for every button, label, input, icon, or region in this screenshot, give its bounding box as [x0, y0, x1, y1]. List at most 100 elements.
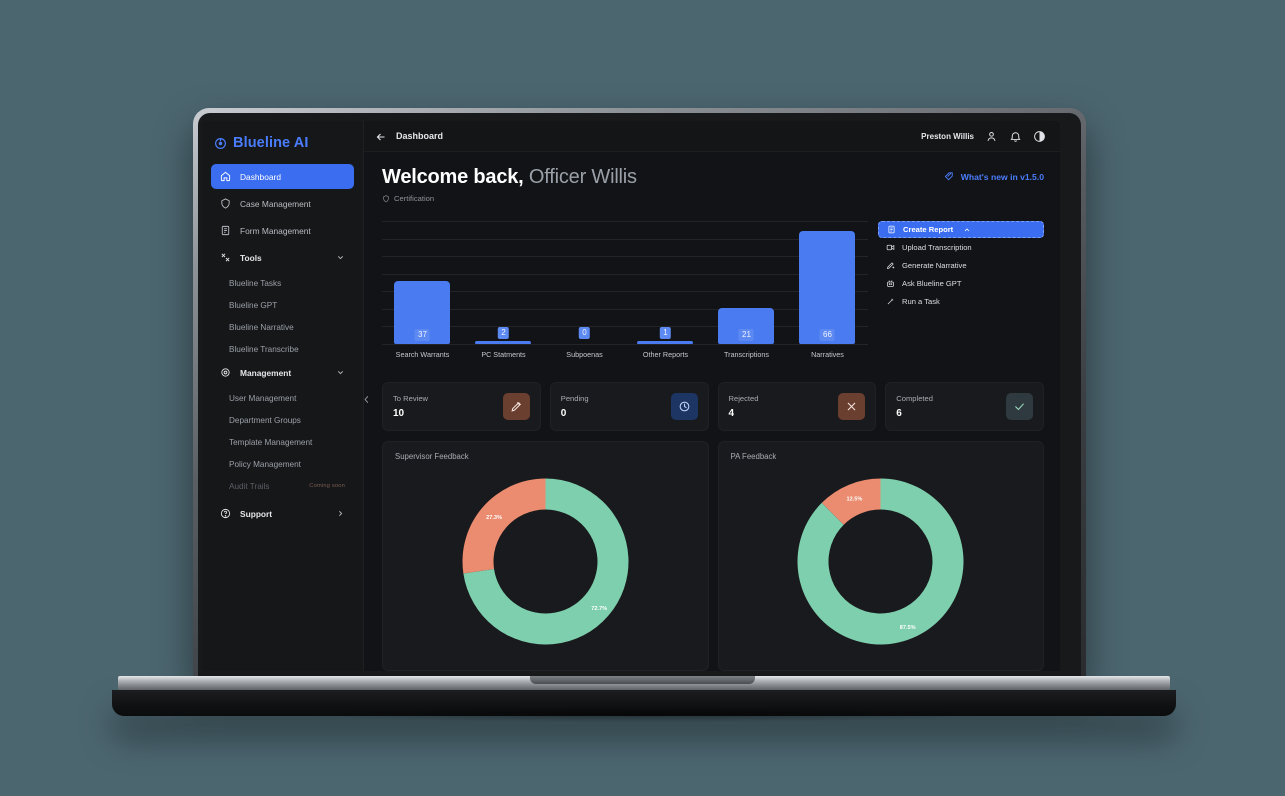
- blueline-logo-icon: [214, 137, 227, 150]
- pencil-plus-icon: [886, 261, 895, 270]
- chevron-right-icon: [336, 509, 345, 518]
- sidebar-item-label: Dashboard: [240, 171, 281, 182]
- breadcrumb: Dashboard: [396, 131, 444, 141]
- page-subtitle: Certification: [382, 194, 637, 203]
- menu-item-label: Upload Transcription: [902, 242, 972, 252]
- stat-card[interactable]: Pending 0: [549, 382, 709, 431]
- laptop-base-notch: [530, 676, 755, 684]
- sidebar-item-blueline-tasks[interactable]: Blueline Tasks: [211, 272, 354, 294]
- donut-slice[interactable]: [462, 478, 546, 574]
- sidebar-item-label: Case Management: [240, 198, 311, 209]
- x-axis-label: Transcriptions: [724, 350, 769, 359]
- page-header: Welcome back, Officer Willis Certificati…: [382, 166, 1044, 203]
- sidebar-item-department-groups[interactable]: Department Groups: [211, 409, 354, 431]
- create-report-button[interactable]: Create Report: [878, 221, 1044, 238]
- x-axis-label: Subpoenas: [566, 350, 603, 359]
- sidebar-item-blueline-narrative[interactable]: Blueline Narrative: [211, 316, 354, 338]
- page-subtitle-label: Certification: [394, 194, 435, 203]
- stat-cards: To Review 10 Pending 0 Rejected 4 Completed 6: [382, 382, 1044, 431]
- sidebar-item-blueline-transcribe[interactable]: Blueline Transcribe: [211, 338, 354, 360]
- sidebar-item-support[interactable]: Support: [211, 501, 354, 526]
- menu-item-run-a-task[interactable]: Run a Task: [878, 292, 1044, 310]
- form-icon: [220, 225, 231, 236]
- supervisor-feedback-card: Supervisor Feedback 72.7% 27.3%: [382, 441, 709, 671]
- check-icon: [1015, 403, 1024, 411]
- stat-label: To Review: [393, 394, 429, 403]
- stat-card[interactable]: Rejected 4: [717, 382, 877, 431]
- menu-item-generate-narrative[interactable]: Generate Narrative: [878, 256, 1044, 274]
- donut-slice-label: 72.7%: [591, 606, 607, 612]
- sidebar-item-blueline-gpt[interactable]: Blueline GPT: [211, 294, 354, 316]
- stat-value: 10: [393, 408, 405, 419]
- stat-icon-tile: [1006, 393, 1033, 420]
- stat-label: Rejected: [728, 394, 759, 403]
- sidebar-subitem-label: Department Groups: [229, 415, 301, 425]
- sidebar-item-case-management[interactable]: Case Management: [211, 191, 354, 216]
- sidebar: Blueline AI Dashboard Case Management Fo…: [202, 121, 368, 671]
- page-title: Welcome back, Officer Willis: [382, 166, 637, 189]
- menu-item-label: Generate Narrative: [902, 260, 967, 270]
- user-icon[interactable]: [985, 130, 998, 143]
- gear-icon: [220, 367, 231, 378]
- sidebar-item-dashboard[interactable]: Dashboard: [211, 164, 354, 189]
- create-report-menu: Create Report Upload Transcription Gener…: [878, 221, 1044, 368]
- chevron-down-icon: [336, 253, 345, 262]
- back-arrow-icon[interactable]: [375, 130, 387, 142]
- sidebar-subitem-label: Audit Trails: [229, 481, 270, 491]
- coming-soon-badge: Coming soon: [309, 483, 345, 489]
- menu-item-label: Run a Task: [902, 296, 940, 306]
- help-icon: [220, 508, 231, 519]
- bar[interactable]: 21: [718, 308, 775, 344]
- stat-card[interactable]: Completed 6: [885, 382, 1044, 431]
- sidebar-item-template-management[interactable]: Template Management: [211, 431, 354, 453]
- chevron-up-icon: [963, 226, 971, 234]
- laptop-mockup: Blueline AI Dashboard Case Management Fo…: [0, 0, 1285, 796]
- donut-chart: 87.5% 12.5%: [797, 478, 964, 645]
- chevron-down-icon: [336, 368, 345, 377]
- stat-icon-tile: [838, 393, 866, 420]
- sidebar-item-user-management[interactable]: User Management: [211, 387, 354, 409]
- dashboard-content: Welcome back, Officer Willis Certificati…: [364, 152, 1060, 671]
- create-report-label: Create Report: [903, 225, 954, 234]
- stat-label: Pending: [560, 394, 589, 403]
- bar-value-label: 2: [498, 327, 509, 339]
- bar-value-label: 1: [660, 327, 671, 339]
- stat-text: Rejected 4: [729, 394, 759, 419]
- video-upload-icon: [886, 243, 895, 252]
- sidebar-item-form-management[interactable]: Form Management: [211, 218, 354, 243]
- sidebar-subitem-label: Blueline Tasks: [229, 278, 282, 288]
- bar-column: 1: [631, 221, 700, 344]
- case-icon: [220, 198, 231, 209]
- stat-value: 0: [560, 408, 567, 419]
- sidebar-subitem-label: Blueline Narrative: [229, 322, 294, 332]
- bell-icon[interactable]: [1009, 130, 1022, 143]
- bar[interactable]: 37: [394, 281, 451, 344]
- sidebar-item-policy-management[interactable]: Policy Management: [211, 453, 354, 475]
- laptop-shadow: [300, 706, 990, 722]
- shield-icon: [382, 194, 390, 203]
- theme-toggle-icon[interactable]: [1033, 130, 1046, 143]
- stat-label: Completed: [896, 394, 933, 403]
- menu-item-ask-blueline-gpt[interactable]: Ask Blueline GPT: [878, 274, 1044, 292]
- sidebar-group-label: Tools: [240, 252, 262, 263]
- clock-icon: [679, 401, 689, 412]
- pa-feedback-title: PA Feedback: [730, 452, 777, 461]
- close-icon: [847, 402, 856, 411]
- sidebar-subitem-label: User Management: [229, 393, 297, 403]
- whats-new-link[interactable]: What's new in v1.5.0: [944, 166, 1044, 182]
- sidebar-group-label: Management: [240, 367, 292, 378]
- tag-icon: [944, 171, 955, 182]
- bar-column: 66: [793, 221, 862, 344]
- bar-column: 0: [550, 221, 619, 344]
- brand-name: Blueline AI: [233, 135, 309, 151]
- stat-icon-tile: [502, 393, 530, 420]
- sidebar-group-management[interactable]: Management: [211, 360, 354, 385]
- robot-icon: [886, 279, 895, 288]
- sidebar-group-tools[interactable]: Tools: [211, 245, 354, 270]
- bar[interactable]: 66: [799, 231, 856, 344]
- stat-text: Completed 6: [896, 394, 933, 419]
- stat-card[interactable]: To Review 10: [382, 382, 541, 431]
- menu-item-upload-transcription[interactable]: Upload Transcription: [878, 238, 1044, 256]
- sidebar-subitem-label: Blueline Transcribe: [229, 344, 299, 354]
- sidebar-subitem-label: Policy Management: [229, 459, 301, 469]
